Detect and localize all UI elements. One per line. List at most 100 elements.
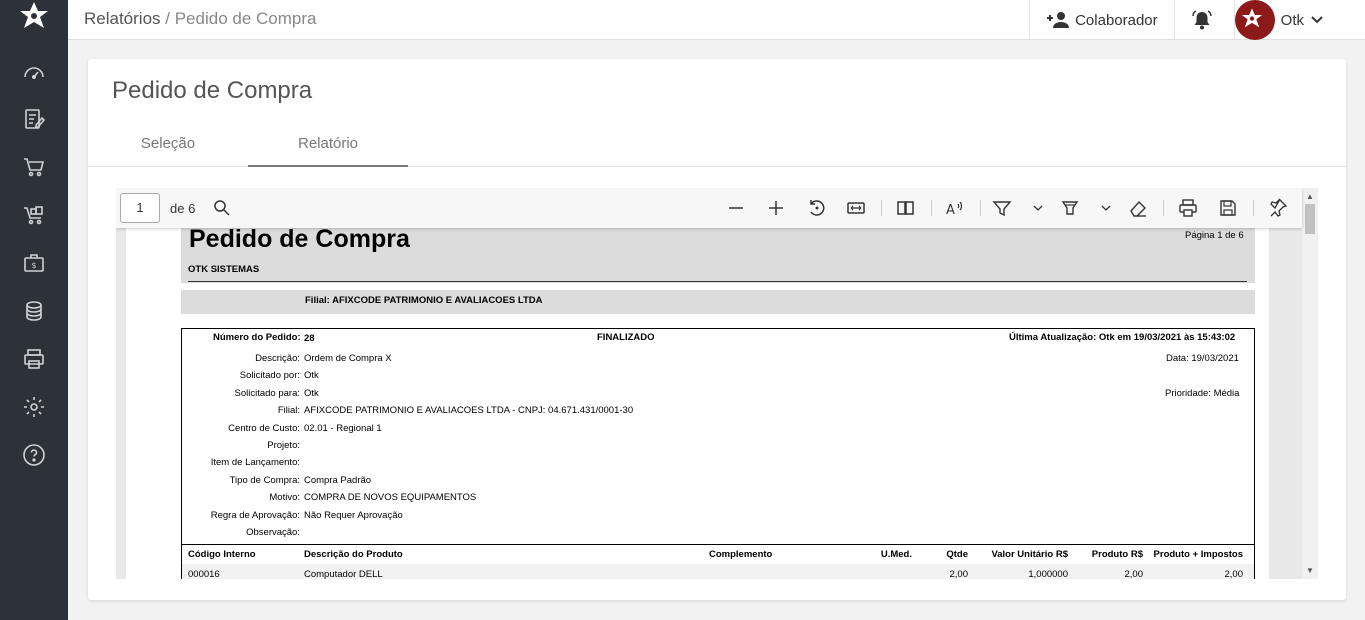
field-value: Não Requer Aprovação bbox=[304, 510, 403, 521]
help-icon[interactable] bbox=[22, 443, 46, 467]
briefcase-money-icon[interactable]: $ bbox=[22, 251, 46, 275]
notifications-button[interactable] bbox=[1173, 0, 1234, 40]
field-value: 02.01 - Regional 1 bbox=[304, 423, 382, 434]
user-menu[interactable]: Otk bbox=[1233, 0, 1365, 40]
search-icon[interactable] bbox=[212, 198, 232, 218]
printer-icon[interactable] bbox=[22, 347, 46, 371]
field-label: Item de Lançamento: bbox=[210, 457, 300, 468]
breadcrumb-current: Pedido de Compra bbox=[174, 9, 317, 28]
field-label: Observação: bbox=[246, 527, 300, 538]
bell-icon bbox=[1191, 10, 1212, 30]
field-label: Regra de Aprovação: bbox=[210, 510, 300, 521]
col-complemento: Complemento bbox=[709, 549, 773, 560]
toolbar-divider bbox=[1163, 200, 1164, 216]
rotate-icon[interactable] bbox=[806, 198, 826, 218]
order-status: FINALIZADO bbox=[597, 332, 655, 343]
cell-codigo: 000016 bbox=[188, 569, 220, 579]
tab-relatorio[interactable]: Relatório bbox=[248, 135, 408, 167]
toolbar-divider bbox=[980, 200, 981, 216]
zoom-in-icon[interactable] bbox=[766, 198, 786, 218]
fit-width-icon[interactable] bbox=[846, 198, 866, 218]
field-label: Projeto: bbox=[267, 440, 300, 451]
add-user-icon bbox=[1047, 12, 1070, 28]
report-card: Pedido de Compra Seleção Relatório 1 de … bbox=[88, 59, 1346, 600]
colaborador-button[interactable]: Colaborador bbox=[1029, 0, 1174, 40]
report-page-label: Página 1 de 6 bbox=[1185, 230, 1244, 241]
ultima-atualizacao: Última Atualização: Otk em 19/03/2021 às… bbox=[1009, 332, 1236, 343]
col-produto: Produto R$ bbox=[1091, 549, 1143, 560]
toolbar-divider bbox=[881, 200, 882, 216]
edit-document-icon[interactable] bbox=[22, 107, 46, 131]
pdf-viewer: 1 de 6 A ▲ ▼ Pedido de Compra Página 1 d… bbox=[116, 188, 1318, 579]
chevron-down-icon bbox=[1311, 16, 1323, 24]
field-value: Compra Padrão bbox=[304, 475, 372, 486]
vertical-scrollbar[interactable]: ▲ ▼ bbox=[1302, 188, 1318, 579]
toolbar-divider bbox=[1253, 200, 1254, 216]
topbar-actions: Colaborador Otk bbox=[1029, 0, 1365, 40]
page-view-icon[interactable] bbox=[896, 198, 916, 218]
order-priority: Prioridade: Média bbox=[1165, 388, 1240, 399]
sidebar: $ bbox=[0, 0, 68, 620]
highlight-icon[interactable] bbox=[1060, 198, 1080, 218]
read-aloud-icon[interactable]: A bbox=[944, 198, 964, 218]
cell-qtde: 2,00 bbox=[949, 569, 969, 579]
tabs: Seleção Relatório bbox=[88, 125, 1346, 167]
field-label: Solicitado para: bbox=[234, 388, 300, 399]
field-value: Ordem de Compra X bbox=[304, 353, 392, 364]
colaborador-label: Colaborador bbox=[1075, 11, 1158, 29]
avatar-logo-icon bbox=[1242, 8, 1263, 28]
scroll-down-arrow[interactable]: ▼ bbox=[1306, 566, 1314, 575]
chevron-down-icon[interactable] bbox=[1096, 198, 1116, 218]
field-value: Otk bbox=[304, 370, 319, 381]
page-count: de 6 bbox=[170, 201, 196, 216]
coins-stack-icon[interactable] bbox=[22, 299, 46, 323]
field-value: COMPRA DE NOVOS EQUIPAMENTOS bbox=[304, 492, 477, 503]
print-icon[interactable] bbox=[1178, 198, 1198, 218]
cart-items-icon[interactable] bbox=[22, 203, 46, 227]
tab-selecao[interactable]: Seleção bbox=[88, 135, 248, 152]
pdf-toolbar: 1 de 6 A bbox=[116, 188, 1302, 228]
eraser-icon[interactable] bbox=[1128, 198, 1148, 218]
app-logo[interactable] bbox=[17, 0, 51, 36]
col-umed: U.Med. bbox=[880, 549, 912, 560]
col-valor-unitario: Valor Unitário R$ bbox=[991, 549, 1068, 560]
report-title: Pedido de Compra bbox=[189, 225, 410, 253]
report-filial-header: Filial: AFIXCODE PATRIMONIO E AVALIACOES… bbox=[305, 295, 543, 306]
field-label: Solicitado por: bbox=[239, 370, 300, 381]
user-name: Otk bbox=[1280, 11, 1304, 29]
toolbar-divider bbox=[931, 200, 932, 216]
field-label: Motivo: bbox=[269, 492, 300, 503]
cell-descricao: Computador DELL bbox=[304, 569, 383, 579]
cart-icon[interactable] bbox=[22, 155, 46, 179]
svg-text:A: A bbox=[946, 203, 955, 218]
field-label: Filial: bbox=[277, 405, 300, 416]
gear-icon[interactable] bbox=[22, 395, 46, 419]
breadcrumb-root[interactable]: Relatórios bbox=[84, 9, 161, 28]
cell-valor-unitario: 1,000000 bbox=[1028, 569, 1068, 579]
draw-icon[interactable] bbox=[992, 198, 1012, 218]
cell-produto-impostos: 2,00 bbox=[1224, 569, 1244, 579]
order-box bbox=[181, 328, 1255, 579]
avatar bbox=[1234, 0, 1275, 40]
scroll-thumb[interactable] bbox=[1305, 204, 1315, 234]
page-title: Pedido de Compra bbox=[112, 77, 313, 104]
breadcrumb-separator: / bbox=[160, 9, 175, 28]
dashboard-icon[interactable] bbox=[22, 60, 46, 84]
zoom-out-icon[interactable] bbox=[726, 198, 746, 218]
report-divider bbox=[188, 281, 1247, 282]
pin-icon[interactable] bbox=[1268, 198, 1288, 218]
svg-text:$: $ bbox=[31, 261, 36, 270]
page-number-input[interactable]: 1 bbox=[120, 193, 160, 223]
field-value: AFIXCODE PATRIMONIO E AVALIACOES LTDA - … bbox=[304, 405, 634, 416]
order-date: Data: 19/03/2021 bbox=[1166, 353, 1239, 364]
numero-value: 28 bbox=[304, 333, 315, 344]
table-top-border bbox=[181, 544, 1255, 545]
scroll-up-arrow[interactable]: ▲ bbox=[1306, 192, 1314, 201]
save-icon[interactable] bbox=[1218, 198, 1238, 218]
breadcrumb: Relatórios / Pedido de Compra bbox=[84, 9, 316, 29]
pdf-page: Pedido de Compra Página 1 de 6 OTK SISTE… bbox=[126, 225, 1269, 579]
field-value: Otk bbox=[304, 388, 319, 399]
field-label: Tipo de Compra: bbox=[229, 475, 300, 486]
cell-produto: 2,00 bbox=[1124, 569, 1144, 579]
chevron-down-icon[interactable] bbox=[1028, 198, 1048, 218]
